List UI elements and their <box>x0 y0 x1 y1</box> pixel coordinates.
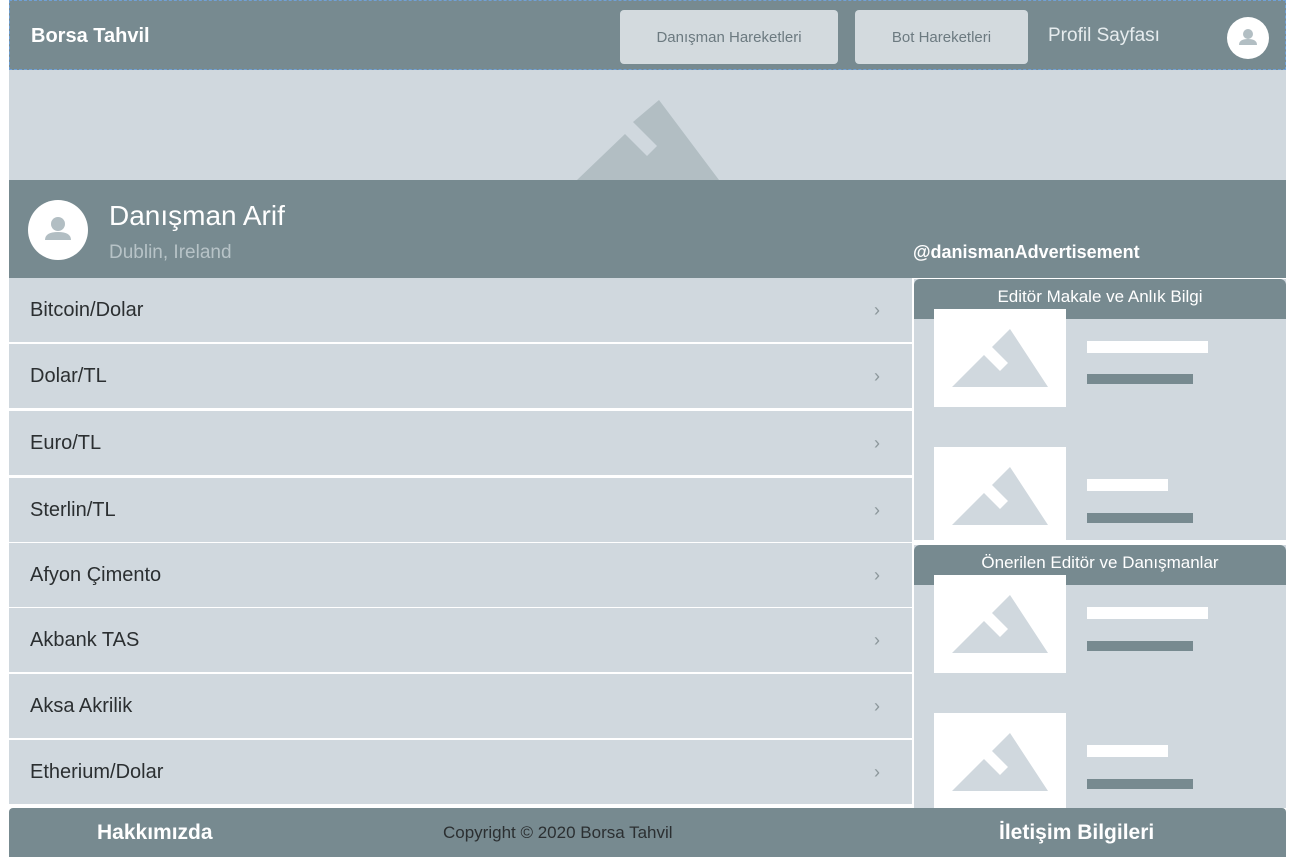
list-item[interactable]: Dolar/TL › <box>9 344 912 408</box>
brand-logo[interactable]: Borsa Tahvil <box>31 25 150 48</box>
top-navbar: Borsa Tahvil Danışman Hareketleri Bot Ha… <box>9 0 1286 70</box>
user-avatar-icon[interactable] <box>1227 17 1269 59</box>
profile-avatar-icon <box>28 200 88 260</box>
advisor-title-placeholder <box>1087 745 1168 757</box>
chevron-right-icon: › <box>874 365 880 386</box>
chevron-right-icon: › <box>874 761 880 782</box>
footer: Hakkımızda Copyright © 2020 Borsa Tahvil… <box>9 808 1286 857</box>
articles-panel: Editör Makale ve Anlık Bilgi <box>914 279 1286 540</box>
advisor-title-placeholder <box>1087 607 1208 619</box>
chevron-right-icon: › <box>874 499 880 520</box>
list-item[interactable]: Bitcoin/Dolar › <box>9 278 912 342</box>
article-subtitle-placeholder <box>1087 513 1193 523</box>
advisor-subtitle-placeholder <box>1087 779 1193 789</box>
about-link[interactable]: Hakkımızda <box>97 821 213 845</box>
copyright-text: Copyright © 2020 Borsa Tahvil <box>443 823 673 842</box>
profile-header: Danışman Arif Dublin, Ireland @danismanA… <box>9 180 1286 278</box>
list-item[interactable]: Etherium/Dolar › <box>9 740 912 804</box>
chevron-right-icon: › <box>874 695 880 716</box>
app-frame: Borsa Tahvil Danışman Hareketleri Bot Ha… <box>9 0 1286 857</box>
image-placeholder-icon <box>952 467 1048 525</box>
image-placeholder-icon <box>577 100 719 180</box>
article-subtitle-placeholder <box>1087 374 1193 384</box>
chevron-right-icon: › <box>874 432 880 453</box>
bot-moves-button[interactable]: Bot Hareketleri <box>855 10 1028 64</box>
chevron-right-icon: › <box>874 299 880 320</box>
list-item-label: Aksa Akrilik <box>30 694 133 717</box>
list-item[interactable]: Afyon Çimento › <box>9 543 912 607</box>
cover-image <box>9 70 1286 180</box>
list-item[interactable]: Euro/TL › <box>9 411 912 475</box>
chevron-right-icon: › <box>874 564 880 585</box>
advisor-subtitle-placeholder <box>1087 641 1193 651</box>
list-item-label: Dolar/TL <box>30 364 107 387</box>
chevron-right-icon: › <box>874 629 880 650</box>
advisor-thumbnail[interactable] <box>934 575 1066 673</box>
instrument-list: Bitcoin/Dolar › Dolar/TL › Euro/TL › Ste… <box>9 278 912 808</box>
profile-name: Danışman Arif <box>109 200 285 231</box>
advisor-thumbnail[interactable] <box>934 713 1066 808</box>
article-thumbnail[interactable] <box>934 447 1066 540</box>
image-placeholder-icon <box>952 329 1048 387</box>
profile-page-link[interactable]: Profil Sayfası <box>1048 25 1160 47</box>
image-placeholder-icon <box>952 595 1048 653</box>
article-title-placeholder <box>1087 341 1208 353</box>
article-title-placeholder <box>1087 479 1168 491</box>
contact-link[interactable]: İletişim Bilgileri <box>999 821 1154 845</box>
article-thumbnail[interactable] <box>934 309 1066 407</box>
profile-handle[interactable]: @danismanAdvertisement <box>913 242 1140 263</box>
list-item[interactable]: Aksa Akrilik › <box>9 674 912 738</box>
recommended-panel: Önerilen Editör ve Danışmanlar <box>914 545 1286 808</box>
profile-location: Dublin, Ireland <box>109 242 232 263</box>
list-item-label: Bitcoin/Dolar <box>30 298 144 321</box>
image-placeholder-icon <box>952 733 1048 791</box>
consultant-moves-button[interactable]: Danışman Hareketleri <box>620 10 838 64</box>
list-item[interactable]: Sterlin/TL › <box>9 478 912 542</box>
list-item-label: Afyon Çimento <box>30 563 162 586</box>
list-item-label: Akbank TAS <box>30 628 140 651</box>
list-item-label: Sterlin/TL <box>30 498 116 521</box>
list-item-label: Euro/TL <box>30 431 102 454</box>
list-item[interactable]: Akbank TAS › <box>9 608 912 672</box>
list-item-label: Etherium/Dolar <box>30 760 164 783</box>
